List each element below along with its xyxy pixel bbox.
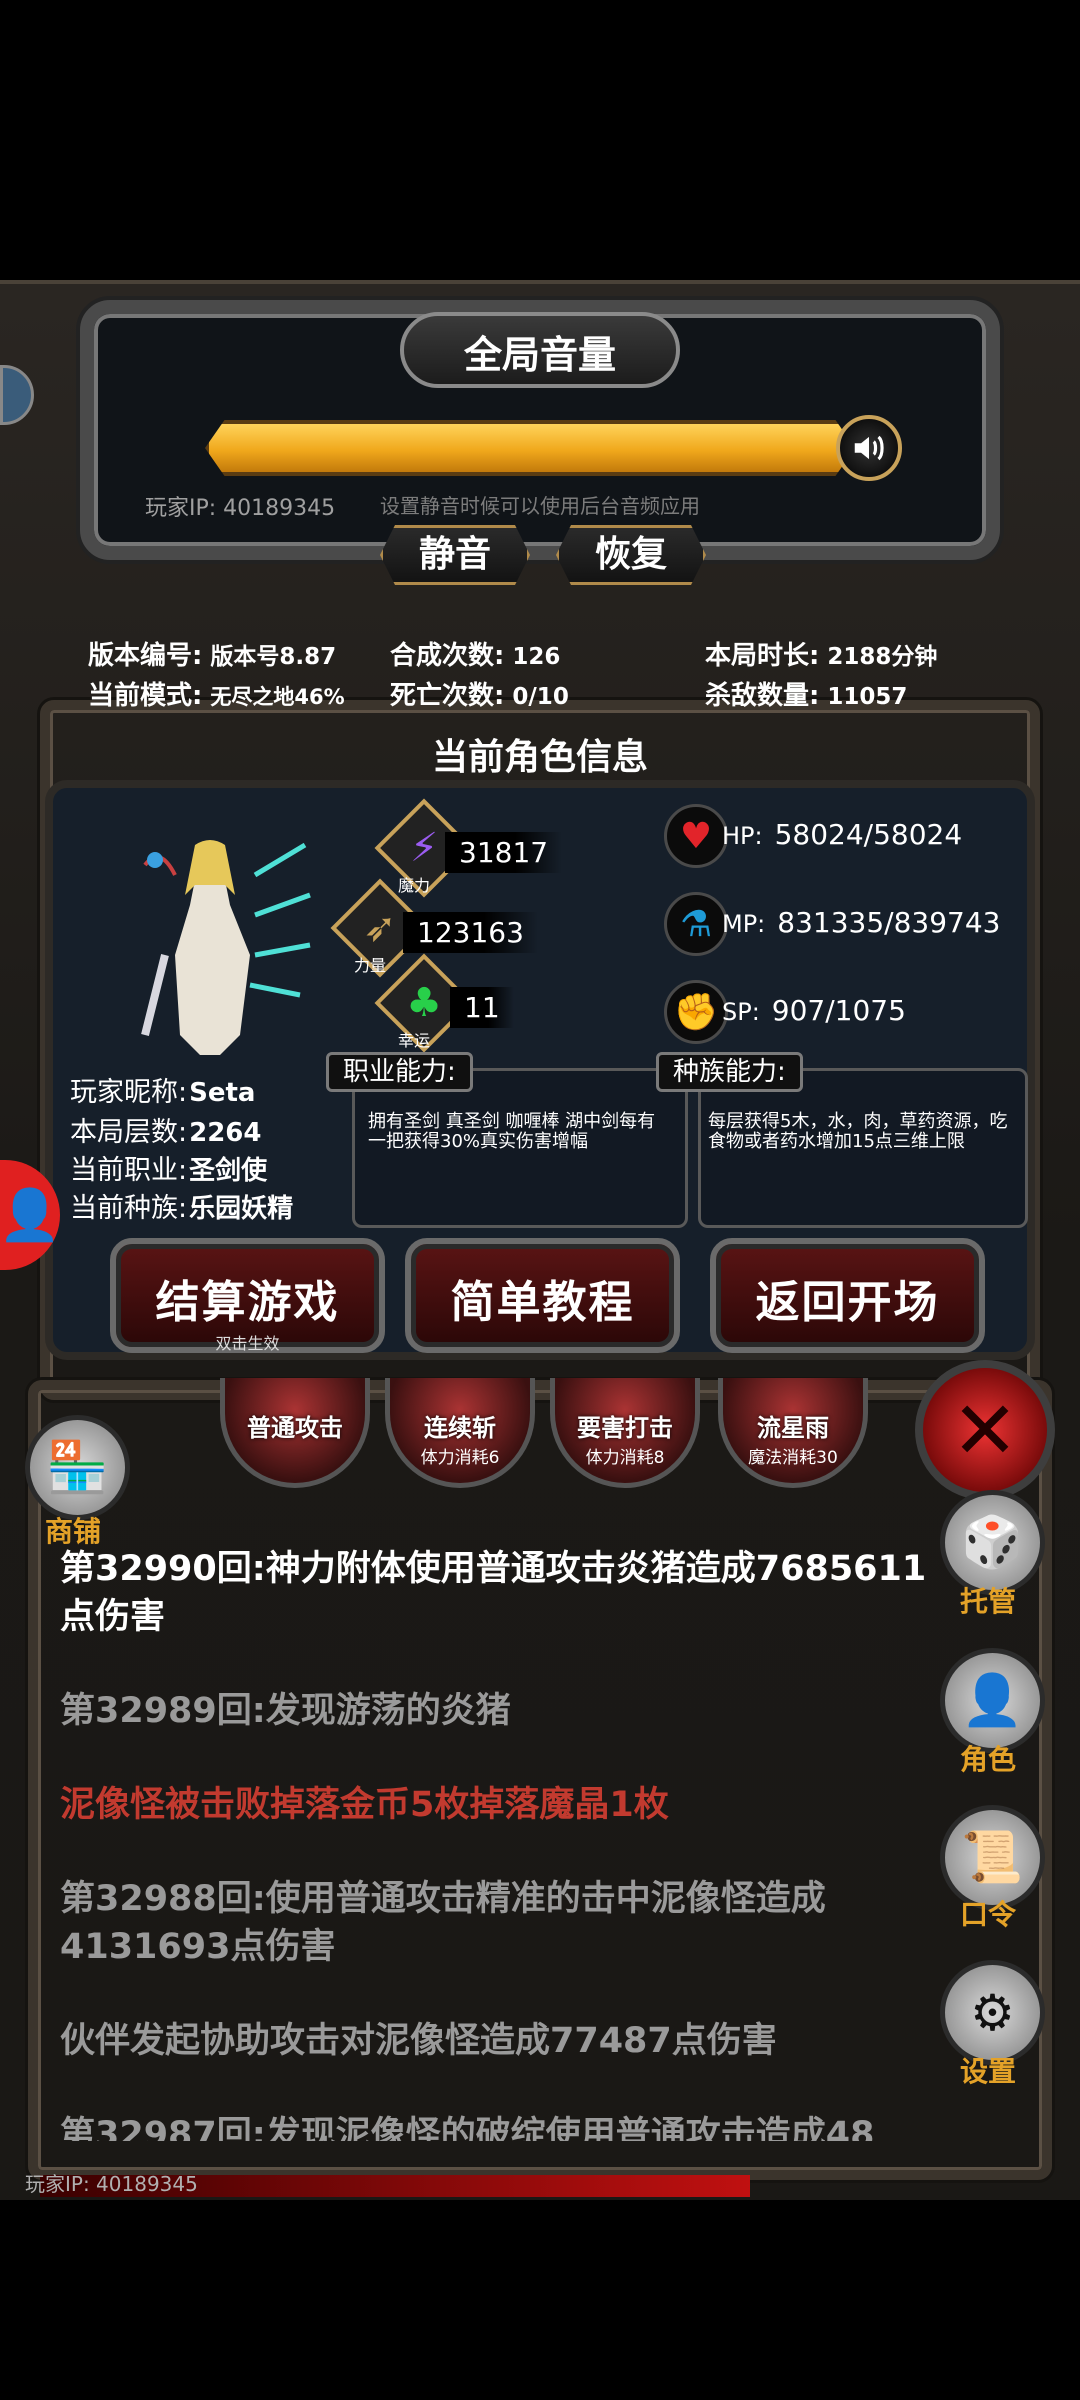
back-to-start-label: 返回开场 [755, 1277, 940, 1328]
luck-value: 11 [450, 987, 514, 1028]
race-ability-title: 种族能力: [656, 1052, 803, 1092]
restore-button[interactable]: 恢复 [556, 525, 706, 585]
race-ability-text: 每层获得5木，水，肉，草药资源，吃食物或者药水增加15点三维上限 [708, 1111, 1008, 1152]
speaker-icon[interactable] [836, 415, 902, 481]
magic-value: 31817 [445, 832, 563, 873]
volume-title: 全局音量 [463, 333, 616, 377]
tutorial-button[interactable]: 简单教程 [405, 1238, 680, 1353]
settle-game-button[interactable]: 结算游戏 双击生效 [110, 1238, 385, 1353]
stat-death: 死亡次数: 0/10 [390, 681, 569, 711]
stat-mode: 当前模式: 无尽之地46% [88, 681, 345, 711]
hooded-figure-icon: 👤 [961, 1671, 1024, 1729]
class-ability-text: 拥有圣剑 真圣剑 咖喱棒 湖中剑每有一把获得30%真实伤害增幅 [368, 1111, 656, 1152]
role-label: 角色 [960, 1743, 1017, 1776]
class-ability-title: 职业能力: [326, 1052, 473, 1092]
auto-label: 托管 [960, 1585, 1017, 1618]
close-icon: ✕ [951, 1383, 1019, 1477]
race-row: 当前种族:乐园妖精 [70, 1193, 294, 1224]
close-button[interactable]: ✕ [915, 1360, 1055, 1500]
log-line: 第32988回:使用普通攻击精准的击中泥像怪造成4131693点伤害 [60, 1879, 826, 1967]
shop-icon: 🏪 [46, 1438, 109, 1496]
log-line: 伙伴发起协助攻击对泥像怪造成77487点伤害 [60, 2021, 777, 2061]
floor-row: 本局层数:2264 [70, 1117, 262, 1148]
character-section-title: 当前角色信息 [431, 737, 648, 778]
mp-text: MP: 831335/839743 [722, 906, 1001, 939]
settle-game-sub: 双击生效 [215, 1334, 280, 1353]
mute-button[interactable]: 静音 [380, 525, 530, 585]
tutorial-label: 简单教程 [450, 1277, 635, 1328]
gear-icon: ⚙ [970, 1983, 1015, 2042]
log-line: 第32987回:发现泥像怪的破绽使用普通攻击造成48 [60, 2115, 875, 2141]
luck-label: 幸运 [398, 1031, 431, 1050]
battle-log[interactable]: 第32990回:神力附体使用普通攻击炎猪造成7685611点伤害 第32989回… [60, 1545, 930, 2187]
stat-duration: 本局时长: 2188分钟 [705, 641, 938, 671]
strength-label: 力量 [354, 956, 387, 975]
stamina-icon: ✊ [664, 980, 728, 1044]
shop-label: 商铺 [45, 1515, 102, 1548]
character-portrait [141, 840, 311, 1055]
settle-game-label: 结算游戏 [155, 1277, 340, 1328]
nickname-row: 玩家昵称:Seta [70, 1077, 256, 1108]
settings-label: 设置 [960, 2055, 1017, 2088]
heart-icon: ♥ [664, 804, 728, 868]
player-ip: 玩家IP: 40189345 [145, 496, 336, 521]
volume-hint: 设置静音时候可以使用后台音频应用 [380, 494, 700, 518]
log-line: 泥像怪被击败掉落金币5枚掉落魔晶1枚 [60, 1785, 669, 1825]
sp-text: SP: 907/1075 [722, 994, 906, 1027]
hp-text: HP: 58024/58024 [722, 818, 963, 851]
back-to-start-button[interactable]: 返回开场 [710, 1238, 985, 1353]
volume-slider[interactable] [205, 420, 855, 476]
scroll-icon: 📜 [961, 1828, 1024, 1886]
log-line: 第32990回:神力附体使用普通攻击炎猪造成7685611点伤害 [60, 1549, 927, 1637]
class-row: 当前职业:圣剑使 [70, 1155, 268, 1186]
code-label: 口令 [960, 1898, 1017, 1931]
log-line: 第32989回:发现游荡的炎猪 [60, 1691, 511, 1731]
stat-synth: 合成次数: 126 [390, 641, 561, 671]
stat-kills: 杀敌数量: 11057 [705, 681, 908, 711]
potion-icon: ⚗ [664, 892, 728, 956]
strength-value: 123163 [403, 912, 538, 953]
stat-version: 版本编号: 版本号8.87 [88, 641, 337, 671]
dice-icon: 🎲 [961, 1513, 1024, 1571]
footer-player-ip: 玩家IP: 40189345 [25, 2172, 198, 2196]
shop-button[interactable]: 🏪 [25, 1415, 130, 1520]
